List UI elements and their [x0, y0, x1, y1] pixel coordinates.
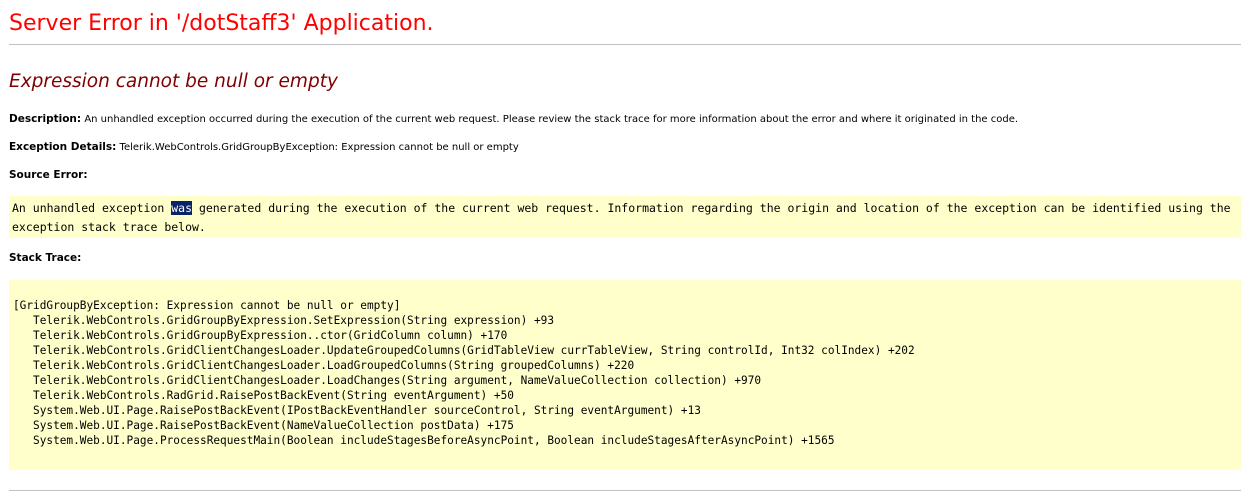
server-error-title: Server Error in '/dotStaff3' Application…: [9, 11, 434, 36]
error-heading: Expression cannot be null or empty: [9, 71, 338, 92]
stack-trace-line: Telerik.WebControls.GridClientChangesLoa…: [13, 374, 762, 387]
stack-trace-line: System.Web.UI.Page.RaisePostBackEvent(IP…: [13, 404, 701, 417]
description-text: An unhandled exception occurred during t…: [84, 114, 1019, 125]
stack-trace-label: Stack Trace:: [9, 252, 82, 264]
top-divider: [9, 44, 1241, 45]
stack-trace-line: Telerik.WebControls.RadGrid.RaisePostBac…: [13, 389, 514, 402]
exception-details-label: Exception Details:: [9, 141, 117, 153]
source-error-text-after: generated during the execution of the cu…: [12, 201, 1231, 234]
description-line: Description: An unhandled exception occu…: [9, 111, 1018, 128]
stack-trace-line: Telerik.WebControls.GridGroupByExpressio…: [13, 314, 554, 327]
selected-text[interactable]: was: [171, 201, 193, 215]
source-error-text[interactable]: An unhandled exception was generated dur…: [12, 199, 1235, 237]
stack-trace-text: [GridGroupByException: Expression cannot…: [13, 298, 915, 448]
stack-trace-line: [GridGroupByException: Expression cannot…: [13, 299, 401, 312]
stack-trace-line: Telerik.WebControls.GridClientChangesLoa…: [13, 359, 635, 372]
bottom-divider: [9, 490, 1241, 491]
stack-trace-line: System.Web.UI.Page.RaisePostBackEvent(Na…: [13, 419, 514, 432]
stack-trace-line: System.Web.UI.Page.ProcessRequestMain(Bo…: [13, 434, 835, 447]
exception-details-text: Telerik.WebControls.GridGroupByException…: [119, 142, 519, 153]
stack-trace-line: Telerik.WebControls.GridClientChangesLoa…: [13, 344, 915, 357]
stack-trace-line: Telerik.WebControls.GridGroupByExpressio…: [13, 329, 508, 342]
stack-trace-box[interactable]: [GridGroupByException: Expression cannot…: [9, 280, 1241, 470]
source-error-label: Source Error:: [9, 169, 88, 181]
source-error-box[interactable]: An unhandled exception was generated dur…: [9, 196, 1241, 238]
exception-details-line: Exception Details: Telerik.WebControls.G…: [9, 139, 519, 156]
source-error-text-before: An unhandled exception: [12, 201, 172, 215]
description-label: Description:: [9, 113, 82, 125]
